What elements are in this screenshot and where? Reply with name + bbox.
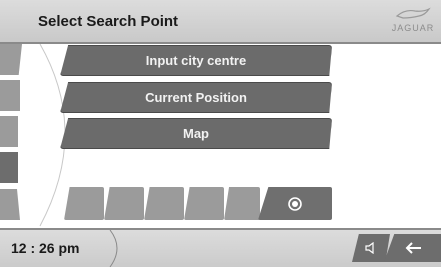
page-title: Select Search Point <box>38 13 179 30</box>
menu-item-label: Current Position <box>145 90 247 105</box>
bottom-slot-1[interactable] <box>64 187 104 220</box>
map-button[interactable]: Map <box>60 118 332 149</box>
clock: 12 : 26 pm <box>11 240 80 256</box>
speaker-icon <box>365 242 374 254</box>
back-button[interactable] <box>384 234 441 262</box>
side-tab-5[interactable] <box>0 189 20 220</box>
status-bar: 12 : 26 pm <box>0 228 441 267</box>
bottom-slot-selected[interactable] <box>258 187 332 220</box>
screen: Select Search Point JAGUAR Input city ce… <box>0 0 441 267</box>
jaguar-logo: JAGUAR <box>388 6 438 38</box>
input-city-centre-button[interactable]: Input city centre <box>60 45 332 76</box>
side-tab-3[interactable] <box>0 116 18 147</box>
circle-icon <box>288 196 302 211</box>
side-tab-2[interactable] <box>0 80 20 111</box>
bottom-slot-3[interactable] <box>144 187 184 220</box>
title-bar: Select Search Point JAGUAR <box>0 0 441 44</box>
volume-button[interactable] <box>352 234 390 262</box>
bottom-slot-2[interactable] <box>104 187 144 220</box>
current-position-button[interactable]: Current Position <box>60 82 332 113</box>
side-tab-4[interactable] <box>0 152 18 183</box>
menu-item-label: Input city centre <box>145 53 247 68</box>
logo-text: JAGUAR <box>391 23 435 33</box>
bottom-slot-5[interactable] <box>224 187 260 220</box>
bottom-slot-4[interactable] <box>184 187 224 220</box>
back-arrow-icon <box>405 242 421 254</box>
status-divider <box>109 230 118 267</box>
jaguar-leaper-icon <box>395 7 431 19</box>
menu-item-label: Map <box>183 126 209 141</box>
side-tab-1[interactable] <box>0 44 22 75</box>
